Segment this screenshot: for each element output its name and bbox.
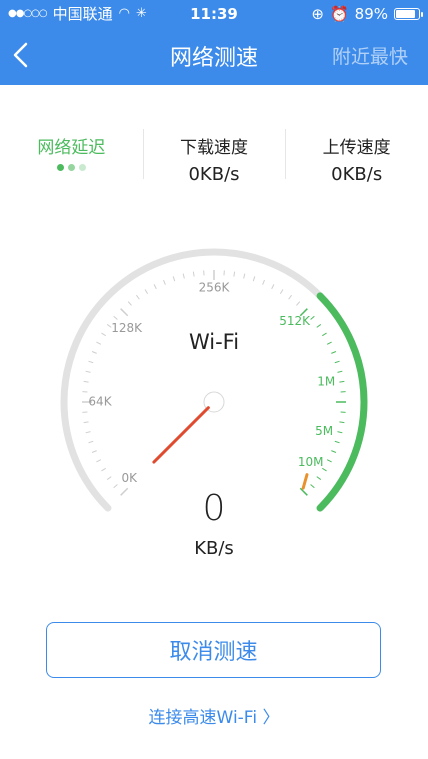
nearby-fastest-button[interactable]: 附近最快 [332,42,408,69]
gauge-tick [334,440,340,444]
connect-wifi-link[interactable]: 连接高速Wi-Fi 〉 [0,703,428,728]
battery-label: 89% [354,5,388,23]
gauge-tick [83,380,89,383]
gauge-needle [152,406,210,464]
gauge-tick [106,476,112,480]
speed-unit: KB/s [194,538,234,559]
gauge-tick [243,273,246,279]
tick-label: 256K [199,281,231,295]
chevron-right-icon: 〉 [262,708,280,728]
cancel-test-button[interactable]: 取消测速 [46,622,381,678]
tick-label: 512K [279,314,311,328]
upload-value: 0KB/s [331,164,383,185]
gauge-tick [96,459,102,463]
speed-marker [301,473,309,490]
gauge-tick [331,450,337,453]
gauge-tick [85,431,91,434]
gauge-tick [271,284,275,290]
tick-label: 0K [122,471,139,485]
gauge-tick [88,440,94,444]
gauge-tick [153,284,157,290]
speed-value: 0 [202,488,226,529]
gauge-tick [83,421,89,424]
gauge-tick [339,380,345,383]
gauge-tick [279,289,284,294]
gauge-tick [326,459,332,463]
tick-label: 10M [298,455,324,469]
gauge-tick [192,271,195,277]
gauge-tick [334,360,340,364]
connect-wifi-label: 连接高速Wi-Fi [148,708,258,728]
gauge-tick [262,279,265,285]
gauge-tick [296,301,301,306]
gauge-tick [172,276,176,282]
tick-label: 64K [88,395,112,409]
status-right: ⊕ ⏰ 89% [311,0,423,28]
tick-label: 5M [315,424,333,438]
metric-upload: 上传速度 0KB/s [285,125,428,195]
alarm-icon: ⏰ [329,5,349,23]
app-header: ●●○○○ 中国联通 ◠ ✳ 11:39 ⊕ ⏰ 89% 网络测速 附近最快 [0,0,428,85]
gauge-tick [288,294,292,300]
gauge-tick [182,273,185,279]
gauge-tick [316,476,322,480]
gauge-tick [88,360,94,364]
gauge-tick [252,276,256,282]
gauge-tick [127,301,132,306]
latency-label: 网络延迟 [37,138,106,158]
nav-bar: 网络测速 附近最快 [0,28,428,85]
gauge-tick [101,467,106,472]
loading-dots-icon [0,164,143,171]
battery-icon [394,8,423,20]
gauge-tick [120,308,129,317]
gauge-tick [144,289,149,294]
metric-latency: 网络延迟 [0,125,143,195]
tick-label: 1M [317,375,335,389]
gauge-tick [85,370,91,373]
gauge-tick [163,279,166,285]
gauge-tick [337,370,343,373]
network-type: Wi-Fi [188,330,240,354]
gauge-tick [316,324,322,328]
metrics-row: 网络延迟 下载速度 0KB/s 上传速度 0KB/s [0,125,428,195]
gauge-tick [339,421,345,424]
battery-fill [396,10,415,18]
download-value: 0KB/s [188,164,240,185]
upload-label: 上传速度 [322,138,391,158]
metric-download: 下载速度 0KB/s [142,125,286,195]
download-label: 下载速度 [180,138,248,158]
gauge-tick [233,271,236,277]
gauge-tick [113,315,118,320]
rotation-lock-icon: ⊕ [311,5,324,23]
status-bar: ●●○○○ 中国联通 ◠ ✳ 11:39 ⊕ ⏰ 89% [0,0,428,28]
gauge-tick [136,294,140,300]
gauge-tick [91,450,97,453]
gauge-tick [337,431,343,434]
speed-gauge: 0K 64K 128K 256K 512K 1M 5M 10M Wi-Fi 0 KB/s [0,230,428,580]
gauge-tick [310,315,315,320]
